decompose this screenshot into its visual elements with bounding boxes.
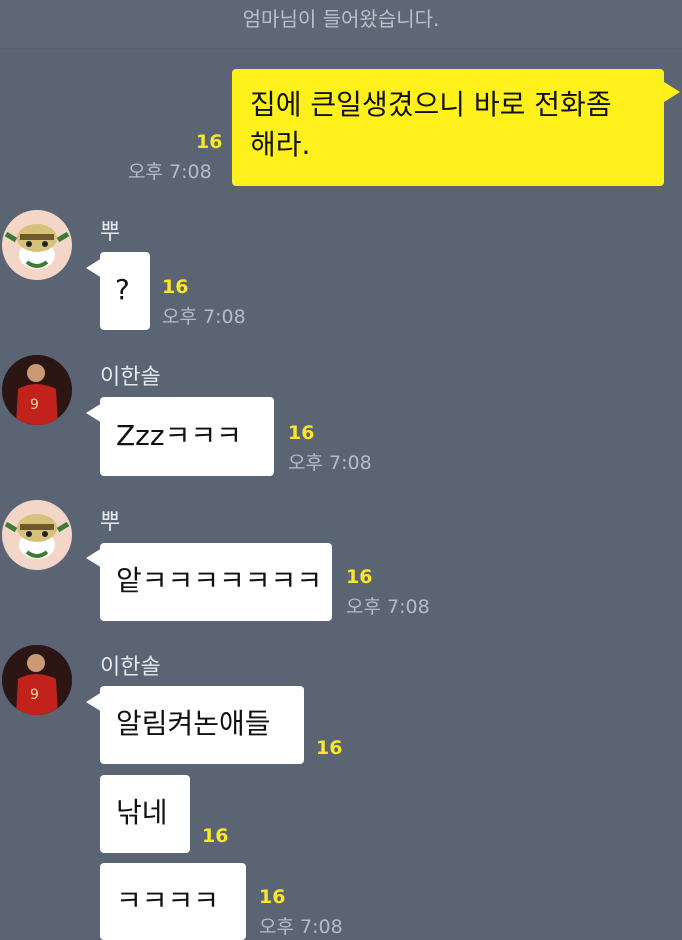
unread-count: 16 [202, 825, 229, 847]
sender-name: 뿌 [100, 220, 121, 245]
message-time: 오후 7:08 [128, 161, 212, 183]
player-avatar-icon: 9 [2, 355, 72, 425]
message-bubble[interactable]: ? [100, 252, 150, 330]
unread-count: 16 [162, 276, 189, 298]
message-time: 오후 7:08 [288, 452, 372, 474]
message-bubble[interactable]: 낚네 [100, 775, 190, 853]
sender-name: 이한솔 [100, 655, 161, 680]
svg-text:9: 9 [30, 687, 39, 703]
player-avatar-icon: 9 [2, 645, 72, 715]
unread-count: 16 [196, 131, 223, 153]
message-time: 오후 7:08 [346, 596, 430, 618]
message-bubble[interactable]: 앝ㅋㅋㅋㅋㅋㅋㅋ [100, 543, 332, 621]
character-avatar-icon [4, 224, 70, 269]
avatar[interactable]: 9 [2, 645, 72, 715]
message-bubble[interactable]: 알림켜논애들 [100, 686, 304, 764]
sender-name: 이한솔 [100, 365, 161, 390]
sender-name: 뿌 [100, 510, 121, 535]
avatar[interactable] [2, 210, 72, 280]
message-bubble[interactable]: ㅋㅋㅋㅋ [100, 863, 246, 940]
message-text-line: 해라. [250, 128, 311, 161]
unread-count: 16 [316, 737, 343, 759]
system-notice: 엄마님이 들어왔습니다. [0, 0, 682, 49]
message-time: 오후 7:08 [162, 306, 246, 328]
character-avatar-icon [4, 514, 70, 559]
bubble-tail [664, 82, 680, 102]
unread-count: 16 [288, 422, 315, 444]
message-time: 오후 7:08 [259, 916, 343, 938]
message-bubble[interactable]: Zzzㅋㅋㅋ [100, 397, 274, 476]
avatar[interactable] [2, 500, 72, 570]
my-message-bubble[interactable]: 집에 큰일생겼으니 바로 전화좀 해라. [232, 69, 664, 186]
avatar[interactable]: 9 [2, 355, 72, 425]
unread-count: 16 [346, 566, 373, 588]
message-text-line: 집에 큰일생겼으니 바로 전화좀 [250, 88, 612, 121]
unread-count: 16 [259, 886, 286, 908]
svg-text:9: 9 [30, 397, 39, 413]
